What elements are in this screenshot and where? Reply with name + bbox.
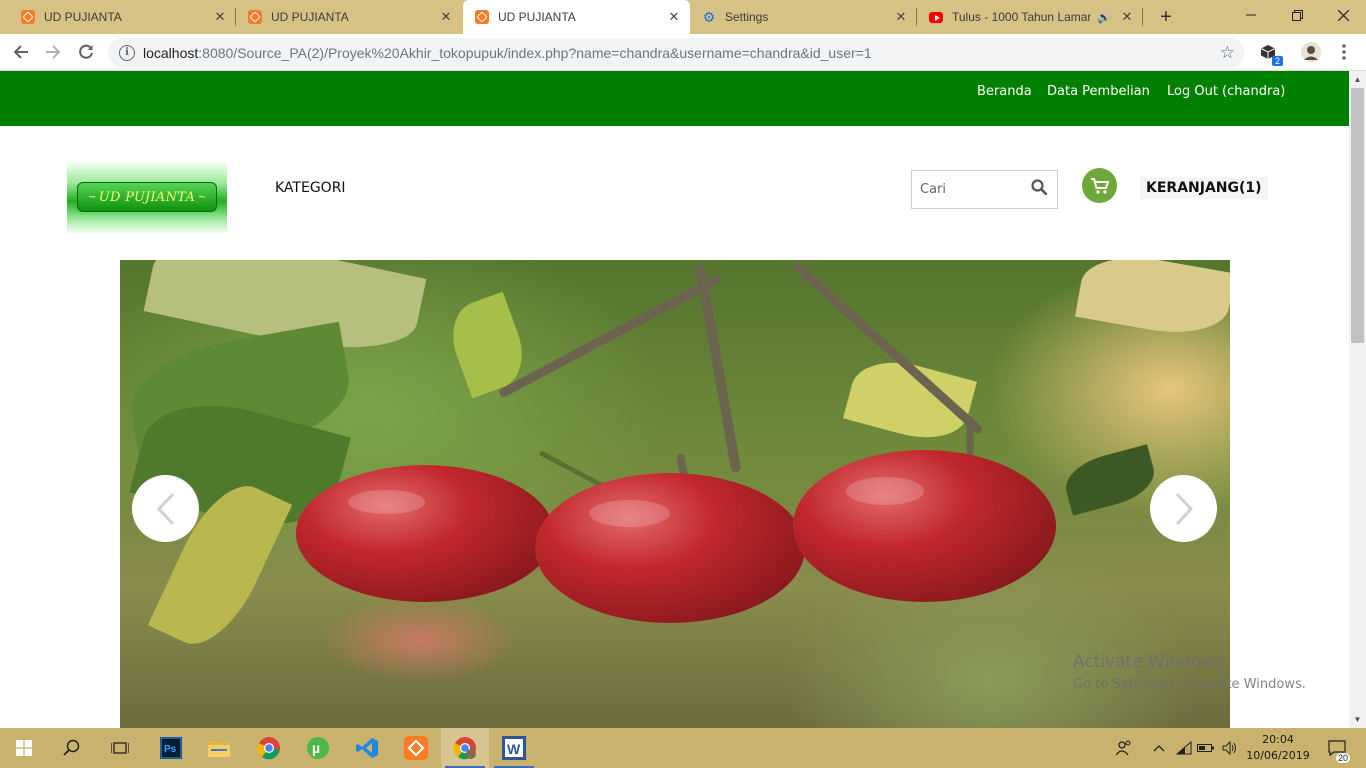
tab-title: UD PUJIANTA bbox=[271, 10, 349, 24]
nav-beranda-link[interactable]: Beranda bbox=[977, 84, 1032, 99]
tab-title: UD PUJIANTA bbox=[44, 10, 122, 24]
watermark-subtitle: Go to Settings to activate Windows. bbox=[1073, 677, 1306, 692]
notification-count: 20 bbox=[1335, 753, 1350, 763]
tab-title: Settings bbox=[725, 10, 769, 24]
notification-center-icon[interactable]: 20 bbox=[1322, 728, 1352, 768]
close-tab-icon[interactable]: ✕ bbox=[666, 9, 682, 25]
clock-date: 10/06/2019 bbox=[1246, 749, 1310, 762]
search-icon[interactable] bbox=[1031, 179, 1049, 197]
forward-icon[interactable] bbox=[40, 40, 66, 64]
browser-tab-active[interactable]: UD PUJIANTA ✕ bbox=[463, 0, 690, 34]
apple-right bbox=[793, 450, 1056, 602]
svg-text:!: ! bbox=[1186, 747, 1188, 755]
xampp-icon bbox=[475, 10, 489, 24]
audio-playing-icon[interactable]: 🔊 bbox=[1097, 11, 1111, 24]
close-tab-icon[interactable]: ✕ bbox=[893, 9, 909, 25]
carousel-prev-button[interactable] bbox=[132, 475, 199, 542]
file-explorer-icon[interactable] bbox=[195, 728, 243, 768]
logo-text: UD PUJIANTA bbox=[98, 189, 196, 205]
chrome-icon[interactable] bbox=[245, 728, 293, 768]
xampp-icon[interactable] bbox=[392, 728, 440, 768]
windows-start-icon[interactable] bbox=[0, 728, 48, 768]
clock-time: 20:04 bbox=[1262, 733, 1294, 746]
photoshop-icon[interactable]: Ps bbox=[147, 728, 195, 768]
system-clock[interactable]: 20:04 10/06/2019 bbox=[1243, 732, 1313, 764]
chrome-active-icon[interactable] bbox=[441, 728, 489, 768]
restore-icon[interactable] bbox=[1274, 0, 1320, 30]
search-input[interactable] bbox=[912, 171, 1027, 208]
cart-icon[interactable] bbox=[1082, 168, 1117, 203]
search-icon[interactable] bbox=[48, 728, 96, 768]
search-box bbox=[911, 170, 1058, 209]
svg-text:Ps: Ps bbox=[164, 744, 177, 755]
site-info-icon[interactable]: i bbox=[119, 44, 135, 61]
site-logo[interactable]: ~ UD PUJIANTA ~ bbox=[67, 162, 227, 233]
minimize-icon[interactable] bbox=[1228, 0, 1274, 30]
image-carousel bbox=[120, 260, 1230, 728]
close-tab-icon[interactable]: ✕ bbox=[1119, 9, 1135, 25]
xampp-icon bbox=[248, 10, 262, 24]
scrollbar-thumb[interactable] bbox=[1351, 88, 1364, 343]
url-path: :8080/Source_PA(2)/Proyek%20Akhir_tokopu… bbox=[198, 44, 872, 61]
bookmark-star-icon[interactable]: ☆ bbox=[1220, 43, 1235, 63]
tab-title: Tulus - 1000 Tahun Lamanya bbox=[952, 10, 1092, 24]
scroll-up-icon[interactable]: ▲ bbox=[1349, 71, 1366, 88]
wifi-icon[interactable]: ! bbox=[1174, 728, 1194, 768]
svg-text:µ: µ bbox=[312, 740, 320, 756]
extension-badge: 2 bbox=[1271, 56, 1283, 66]
gear-icon: ⚙ bbox=[702, 9, 716, 25]
cart-link[interactable]: KERANJANG(1) bbox=[1140, 177, 1268, 199]
nav-data-pembelian-link[interactable]: Data Pembelian bbox=[1047, 84, 1150, 99]
apple-left bbox=[296, 465, 554, 602]
word-icon[interactable]: W bbox=[490, 728, 538, 768]
browser-tab[interactable]: ⚙ Settings ✕ bbox=[690, 0, 917, 34]
close-window-icon[interactable] bbox=[1320, 0, 1366, 30]
reload-icon[interactable] bbox=[73, 40, 99, 64]
activate-windows-watermark: Activate Windows Go to Settings to activ… bbox=[1073, 652, 1306, 692]
close-tab-icon[interactable]: ✕ bbox=[212, 9, 228, 25]
extension-cube-icon[interactable]: 2 bbox=[1258, 42, 1283, 66]
browser-tab[interactable]: Tulus - 1000 Tahun Lamanya 🔊 ✕ bbox=[917, 0, 1143, 34]
utorrent-icon[interactable]: µ bbox=[294, 728, 342, 768]
browser-tab[interactable]: UD PUJIANTA ✕ bbox=[236, 0, 462, 34]
people-icon[interactable] bbox=[1113, 728, 1135, 768]
profile-avatar-icon[interactable] bbox=[1301, 42, 1321, 62]
battery-icon[interactable] bbox=[1196, 728, 1216, 768]
address-bar[interactable]: i localhost:8080/Source_PA(2)/Proyek%20A… bbox=[108, 38, 1245, 67]
carousel-next-button[interactable] bbox=[1150, 475, 1217, 542]
volume-icon[interactable] bbox=[1219, 728, 1241, 768]
url-host: localhost bbox=[143, 44, 199, 61]
windows-taskbar: Ps µ W ! 20:04 10/06/2019 20 bbox=[0, 728, 1366, 768]
site-top-nav: Beranda Data Pembelian Log Out (chandra) bbox=[0, 71, 1349, 126]
back-icon[interactable] bbox=[8, 40, 34, 64]
task-view-icon[interactable] bbox=[96, 728, 144, 768]
xampp-icon bbox=[21, 10, 35, 24]
carousel-slide-image bbox=[120, 260, 1230, 728]
chrome-menu-icon[interactable] bbox=[1334, 42, 1354, 62]
page-viewport: Beranda Data Pembelian Log Out (chandra)… bbox=[0, 71, 1366, 728]
new-tab-button[interactable]: + bbox=[1155, 6, 1177, 28]
watermark-title: Activate Windows bbox=[1073, 652, 1224, 672]
tab-title: UD PUJIANTA bbox=[498, 10, 576, 24]
vscode-icon[interactable] bbox=[343, 728, 391, 768]
close-tab-icon[interactable]: ✕ bbox=[438, 9, 454, 25]
chevron-up-icon[interactable] bbox=[1150, 728, 1168, 768]
scroll-down-icon[interactable]: ▼ bbox=[1349, 711, 1366, 728]
page-scrollbar[interactable]: ▲ ▼ bbox=[1349, 71, 1366, 728]
browser-tab[interactable]: UD PUJIANTA ✕ bbox=[0, 0, 236, 34]
browser-tab-strip: UD PUJIANTA ✕ UD PUJIANTA ✕ UD PUJIANTA … bbox=[0, 0, 1366, 34]
kategori-menu[interactable]: KATEGORI bbox=[275, 180, 346, 196]
nav-logout-link[interactable]: Log Out (chandra) bbox=[1167, 84, 1285, 99]
apple-center bbox=[535, 473, 805, 623]
browser-toolbar: i localhost:8080/Source_PA(2)/Proyek%20A… bbox=[0, 34, 1366, 71]
youtube-icon bbox=[929, 10, 943, 24]
svg-text:W: W bbox=[507, 741, 521, 757]
